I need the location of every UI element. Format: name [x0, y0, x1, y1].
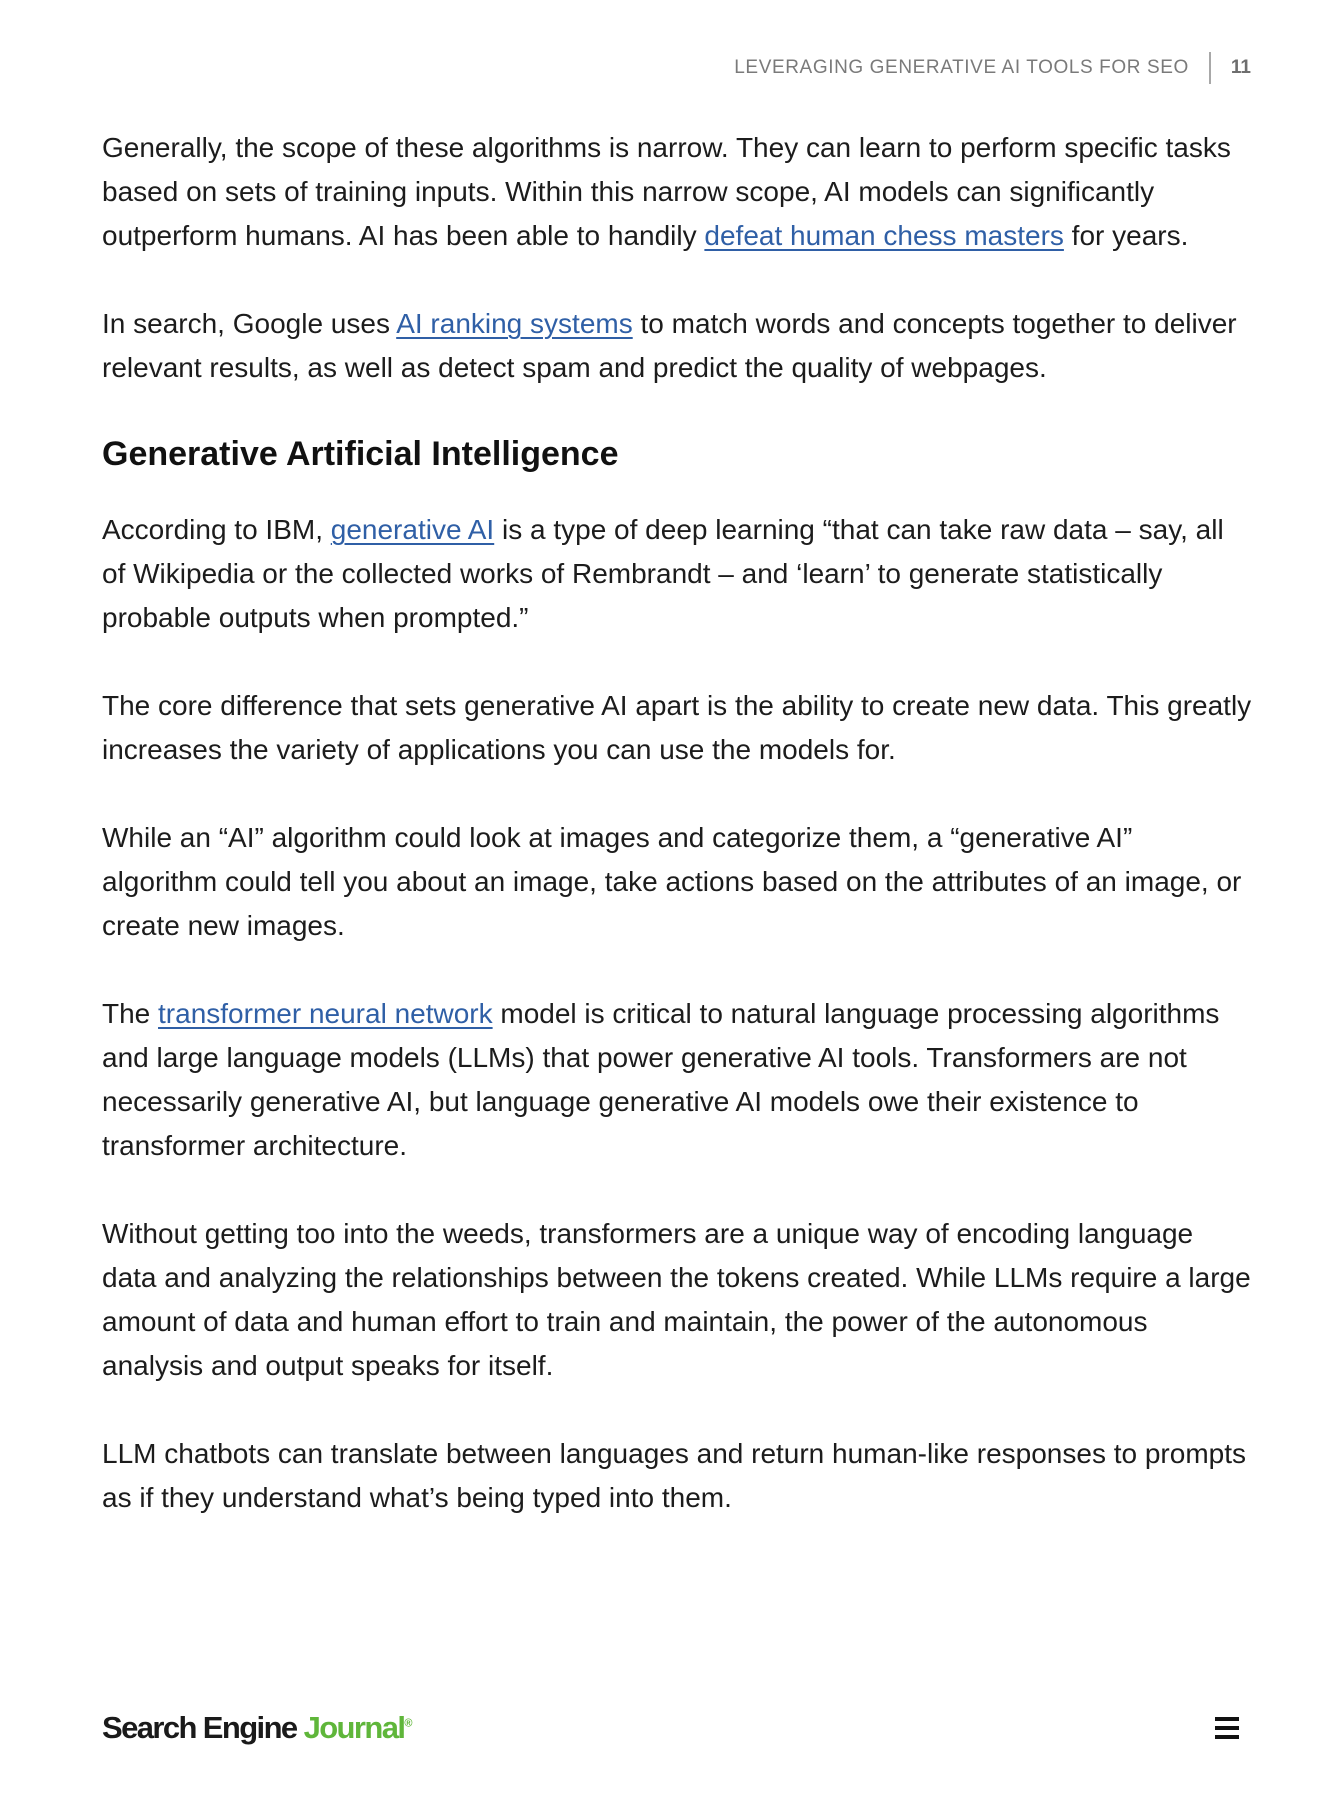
section-heading: Generative Artificial Intelligence	[102, 435, 619, 473]
paragraph-text: According to IBM,	[102, 514, 331, 545]
paragraph-transformer: The transformer neural network model is …	[102, 992, 1252, 1168]
menu-bar	[1215, 1735, 1239, 1739]
paragraph-ibm: According to IBM, generative AI is a typ…	[102, 508, 1252, 640]
paragraph-images: While an “AI” algorithm could look at im…	[102, 822, 1242, 941]
logo-registered-mark: ®	[404, 1717, 413, 1730]
paragraph-weeds: Without getting too into the weeds, tran…	[102, 1218, 1251, 1381]
paragraph-text: The	[102, 998, 159, 1029]
search-engine-journal-logo[interactable]: Search Engine Journal®	[102, 1710, 412, 1746]
hamburger-menu-icon[interactable]	[1215, 1717, 1239, 1739]
link-ai-ranking-systems[interactable]: AI ranking systems	[396, 308, 633, 339]
link-defeat-human-chess-masters[interactable]: defeat human chess masters	[704, 220, 1064, 251]
paragraph-scope: Generally, the scope of these algorithms…	[102, 126, 1252, 258]
paragraph-core-difference: The core difference that sets generative…	[102, 690, 1252, 765]
link-generative-ai[interactable]: generative AI	[331, 514, 494, 545]
header-title: LEVERAGING GENERATIVE AI TOOLS FOR SEO	[734, 57, 1189, 78]
link-transformer-neural-network[interactable]: transformer neural network	[158, 998, 493, 1029]
article-body: Generally, the scope of these algorithms…	[102, 126, 1252, 1564]
page-number: 11	[1230, 57, 1251, 78]
paragraph-chatbots: LLM chatbots can translate between langu…	[102, 1438, 1247, 1513]
logo-text-dark: Search Engine	[102, 1710, 304, 1745]
logo-text-green: Journal	[303, 1710, 406, 1745]
page-footer: Search Engine Journal®	[102, 1706, 1239, 1750]
paragraph-text: In search, Google uses	[102, 308, 397, 339]
paragraph-text: for years.	[1063, 220, 1189, 251]
page-header: LEVERAGING GENERATIVE AI TOOLS FOR SEO 1…	[734, 52, 1251, 84]
paragraph-search: In search, Google uses AI ranking system…	[102, 302, 1252, 390]
menu-bar	[1215, 1717, 1239, 1721]
menu-bar	[1215, 1726, 1239, 1730]
